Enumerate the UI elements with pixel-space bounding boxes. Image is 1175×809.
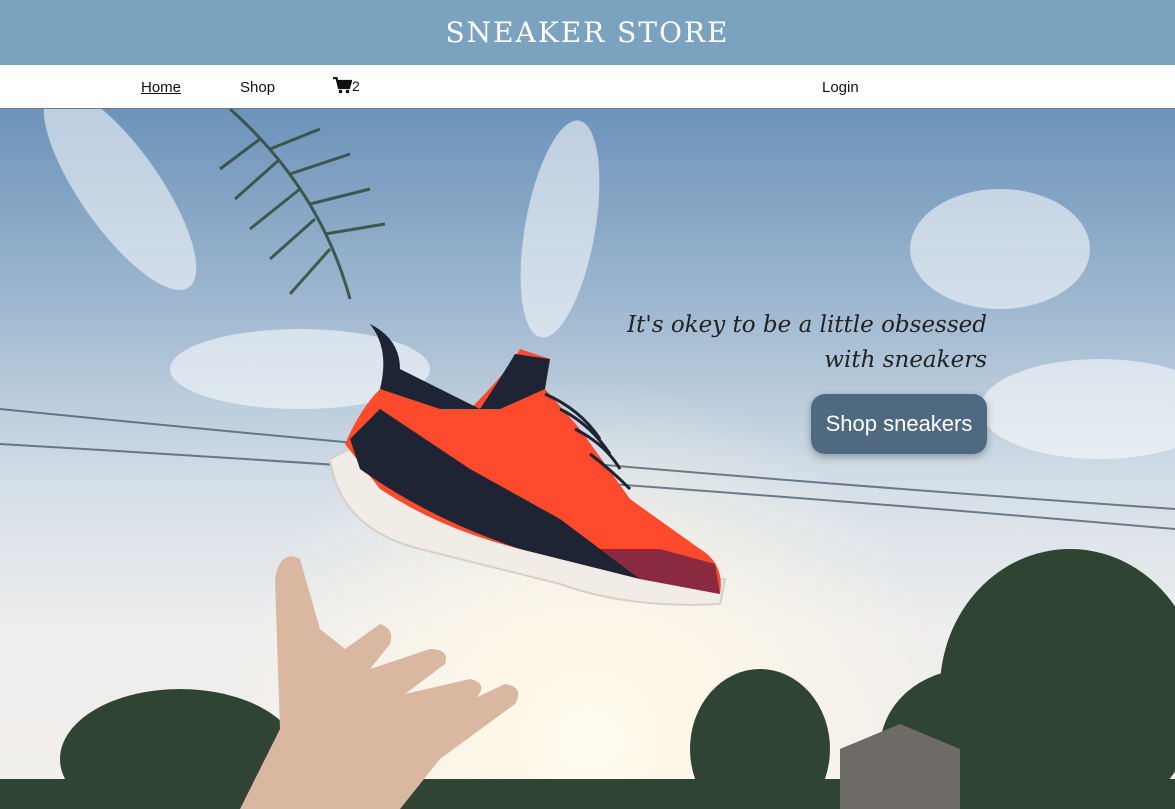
hero-photo	[0, 109, 1175, 809]
site-header: SNEAKER STORE	[0, 0, 1175, 65]
hero-tagline-line2: with sneakers	[824, 347, 987, 373]
nav-cart[interactable]: 2	[333, 77, 360, 94]
cart-count: 2	[352, 77, 360, 94]
hero-section: It's okey to be a little obsessed with s…	[0, 109, 1175, 809]
cart-icon	[333, 77, 352, 94]
nav-link-login[interactable]: Login	[822, 79, 859, 96]
nav-link-shop[interactable]: Shop	[240, 79, 275, 96]
main-nav: Home Shop 2 Login	[0, 65, 1175, 109]
nav-link-home[interactable]: Home	[141, 79, 181, 96]
site-title: SNEAKER STORE	[445, 16, 730, 49]
shop-sneakers-button[interactable]: Shop sneakers	[811, 394, 987, 454]
hero-tagline-line1: It's okey to be a little obsessed	[627, 312, 987, 338]
